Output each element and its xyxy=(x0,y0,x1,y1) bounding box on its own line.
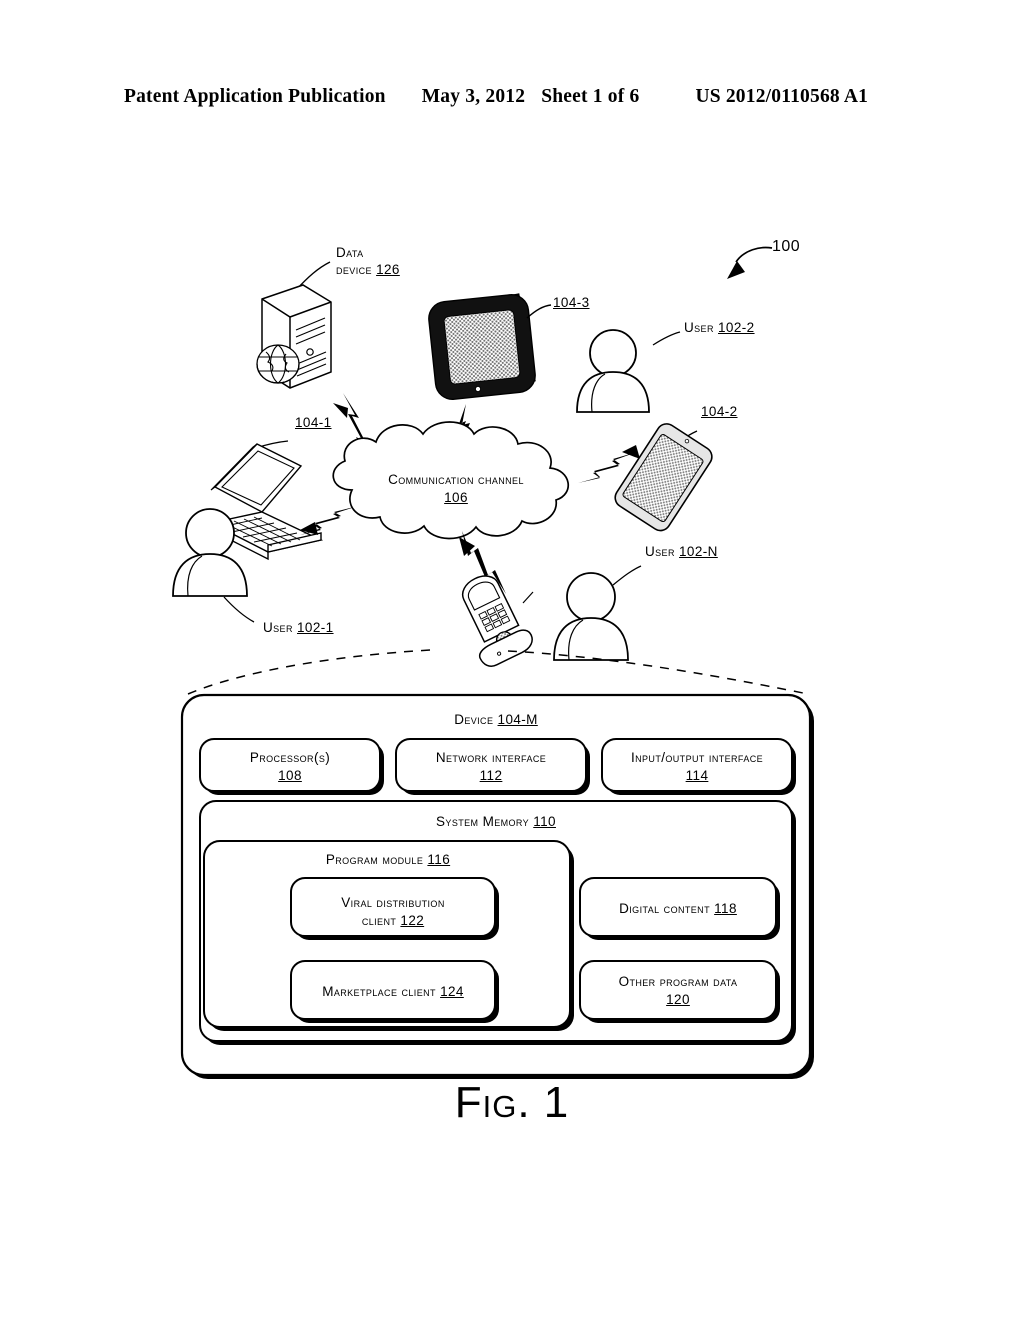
data-device-label-line2: device xyxy=(336,261,372,277)
other-program-data-label[interactable]: Other program data 120 xyxy=(619,973,738,1008)
laptop-ref-label: 104-1 xyxy=(295,415,332,432)
io-interface-label-text: Input/output interface xyxy=(630,750,764,765)
tablet-ref: 104-3 xyxy=(553,295,590,310)
figure-caption: Fig. 1 xyxy=(454,1078,570,1127)
device-block-title: Device 104-M xyxy=(454,711,538,729)
device-block-title-text: Device xyxy=(454,712,494,727)
user-102-n-label: User 102-N xyxy=(645,544,718,561)
program-module-label-text: Program module xyxy=(325,852,424,867)
system-memory-label-text: System Memory xyxy=(436,814,530,829)
system-reference-label: 100 xyxy=(772,238,801,255)
system-ref-arrow xyxy=(727,246,773,279)
other-program-data-ref: 120 xyxy=(666,991,690,1007)
digital-content-label[interactable]: Digital content 118 xyxy=(619,900,737,918)
user-102-2-label: User 102-2 xyxy=(684,320,755,337)
processor-ref: 108 xyxy=(278,767,302,783)
laptop-ref: 104-1 xyxy=(295,415,332,430)
cloud-label-text: Communication channel xyxy=(388,472,524,487)
data-device-ref: 126 xyxy=(376,261,400,277)
flip-phone-icon xyxy=(461,575,534,667)
system-memory-label: System Memory 110 xyxy=(436,813,556,831)
viral-distribution-client-label[interactable]: Viral distribution client 122 xyxy=(341,894,444,929)
cloud-ref: 106 xyxy=(444,489,468,505)
io-interface-ref: 114 xyxy=(685,767,709,783)
user-102-n-ref: 102-N xyxy=(679,544,718,559)
user-102-1-label-text: User xyxy=(263,620,293,635)
user-102-n-label-text: User xyxy=(645,544,675,559)
network-interface-ref: 112 xyxy=(479,767,503,783)
marketplace-client-ref: 124 xyxy=(440,984,464,999)
digital-content-label-text: Digital content xyxy=(619,901,710,916)
tablet-ref-label: 104-3 xyxy=(553,295,590,312)
user-102-1-label: User 102-1 xyxy=(263,620,334,637)
digital-content-ref: 118 xyxy=(714,901,737,916)
processor-label-text: Processor(s) xyxy=(249,750,331,765)
data-device-icon xyxy=(256,261,332,389)
link-laptop-cloud xyxy=(300,506,358,535)
viral-distribution-label-line1: Viral distribution xyxy=(341,895,445,910)
network-interface-box-label[interactable]: Network interface 112 xyxy=(436,749,546,784)
program-module-label: Program module 116 xyxy=(326,851,450,869)
user-102-2-label-text: User xyxy=(684,320,714,335)
user-102-n-icon xyxy=(553,565,642,661)
processor-box-label[interactable]: Processor(s) 108 xyxy=(250,749,330,784)
phone-104-2-ref: 104-2 xyxy=(701,404,738,419)
viral-distribution-label-line2: client xyxy=(361,912,397,928)
user-102-2-ref: 102-2 xyxy=(718,320,755,335)
io-interface-box-label[interactable]: Input/output interface 114 xyxy=(631,749,763,784)
data-device-label-line1: Data xyxy=(336,245,364,260)
system-memory-ref: 110 xyxy=(533,814,556,829)
other-program-data-label-text: Other program data xyxy=(618,974,738,989)
device-block-title-ref: 104-M xyxy=(497,712,538,727)
network-interface-label-text: Network interface xyxy=(435,750,547,765)
phone-104-2-icon xyxy=(614,423,713,532)
user-102-1-ref: 102-1 xyxy=(297,620,334,635)
phone-104-2-label: 104-2 xyxy=(701,404,738,421)
marketplace-client-label-text: Marketplace client xyxy=(322,984,436,999)
data-device-label: Data device 126 xyxy=(336,245,400,279)
user-102-2-icon xyxy=(576,329,681,413)
marketplace-client-label[interactable]: Marketplace client 124 xyxy=(322,983,464,1001)
cloud-label: Communication channel 106 xyxy=(388,471,524,506)
viral-distribution-ref: 122 xyxy=(400,912,425,928)
tablet-device-icon xyxy=(428,293,552,400)
program-module-ref: 116 xyxy=(427,852,451,867)
